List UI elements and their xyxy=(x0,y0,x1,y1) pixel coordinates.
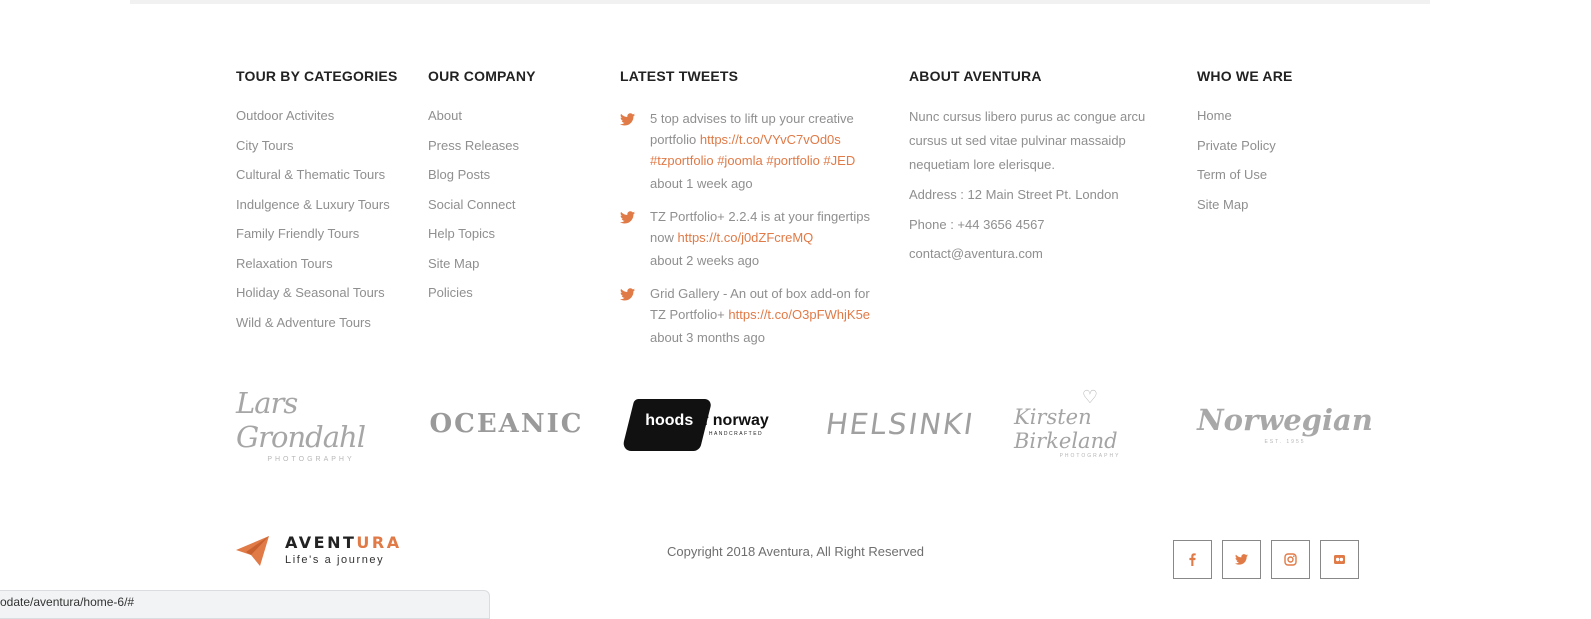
list-item: Press Releases xyxy=(428,138,536,153)
partner-logos: Lars Grondahl PHOTOGRAPHY OCEANIC hoodso… xyxy=(236,386,1373,463)
company-link[interactable]: Help Topics xyxy=(428,226,495,241)
twitter-icon xyxy=(1235,554,1248,565)
paper-plane-icon xyxy=(236,536,269,566)
list-item: Cultural & Thematic Tours xyxy=(236,167,398,182)
list-item: Holiday & Seasonal Tours xyxy=(236,285,398,300)
facebook-button[interactable] xyxy=(1173,540,1212,579)
tweet-time: about 2 weeks ago xyxy=(650,253,760,268)
tweet-hashtags[interactable]: #tzportfolio #joomla #portfolio #JED xyxy=(650,153,855,168)
who-list: Home Private Policy Term of Use Site Map xyxy=(1197,108,1293,212)
list-item: Site Map xyxy=(428,256,536,271)
tweet-time: about 3 months ago xyxy=(650,330,765,345)
address-text: Address : 12 Main Street Pt. London xyxy=(909,187,1119,202)
twitter-icon xyxy=(620,288,635,301)
company-link[interactable]: Press Releases xyxy=(428,138,519,153)
company-list: About Press Releases Blog Posts Social C… xyxy=(428,108,536,300)
list-item: Policies xyxy=(428,285,536,300)
column-title: OUR COMPANY xyxy=(428,68,536,84)
category-link[interactable]: Outdoor Activites xyxy=(236,108,334,123)
tweet-item: TZ Portfolio+ 2.2.4 is at your fingertip… xyxy=(620,206,885,272)
company-link[interactable]: Policies xyxy=(428,285,473,300)
column-title: TOUR BY CATEGORIES xyxy=(236,68,398,84)
list-item: City Tours xyxy=(236,138,398,153)
top-divider xyxy=(130,0,1430,4)
partner-logo-helsinki[interactable]: HELSINKI xyxy=(818,393,976,455)
partner-logo-norwegian[interactable]: Norwegian EST. 1955 xyxy=(1197,393,1373,455)
category-link[interactable]: Family Friendly Tours xyxy=(236,226,359,241)
heart-icon: ♡ xyxy=(1081,387,1099,407)
partner-logo-oceanic[interactable]: OCEANIC xyxy=(429,393,584,455)
tweet-link[interactable]: https://t.co/j0dZFcreMQ xyxy=(677,230,813,245)
flickr-icon xyxy=(1334,555,1345,564)
about-description: Nunc cursus libero purus ac congue arcu … xyxy=(909,109,1146,172)
brand-logo[interactable]: AVENTURA Life's a journey xyxy=(236,535,402,567)
who-we-are-column: WHO WE ARE Home Private Policy Term of U… xyxy=(1197,68,1293,226)
tour-categories-column: TOUR BY CATEGORIES Outdoor Activites Cit… xyxy=(236,68,398,344)
category-list: Outdoor Activites City Tours Cultural & … xyxy=(236,108,398,330)
copyright-text: Copyright 2018 Aventura, All Right Reser… xyxy=(667,544,925,559)
facebook-icon xyxy=(1189,553,1196,566)
twitter-icon xyxy=(620,113,635,126)
partner-logo-lars-grondahl[interactable]: Lars Grondahl PHOTOGRAPHY xyxy=(236,386,386,463)
category-link[interactable]: Cultural & Thematic Tours xyxy=(236,167,385,182)
company-link[interactable]: Social Connect xyxy=(428,197,515,212)
instagram-icon xyxy=(1284,553,1297,566)
tweet-item: Grid Gallery - An out of box add-on for … xyxy=(620,283,885,349)
who-link[interactable]: Site Map xyxy=(1197,197,1248,212)
flickr-button[interactable] xyxy=(1320,540,1359,579)
company-link[interactable]: About xyxy=(428,108,462,123)
phone-text: Phone : +44 3656 4567 xyxy=(909,216,1045,232)
list-item: Outdoor Activites xyxy=(236,108,398,123)
social-links xyxy=(1173,540,1359,579)
browser-status-bar: odate/aventura/home-6/# xyxy=(0,590,490,619)
about-column: ABOUT AVENTURA Nunc cursus libero purus … xyxy=(909,68,1159,276)
partner-logo-kirsten-birkeland[interactable]: ♡ Kirsten Birkeland PHOTOGRAPHY xyxy=(1014,388,1166,459)
list-item: Blog Posts xyxy=(428,167,536,182)
brand-name: AVENTURA xyxy=(285,533,402,552)
company-link[interactable]: Blog Posts xyxy=(428,167,490,182)
category-link[interactable]: Relaxation Tours xyxy=(236,256,333,271)
list-item: Social Connect xyxy=(428,197,536,212)
who-link[interactable]: Term of Use xyxy=(1197,167,1267,182)
tweet-link[interactable]: https://t.co/VYvC7vOd0s xyxy=(700,132,841,147)
list-item: Wild & Adventure Tours xyxy=(236,315,398,330)
instagram-button[interactable] xyxy=(1271,540,1310,579)
list-item: Term of Use xyxy=(1197,167,1293,182)
twitter-icon xyxy=(620,211,635,224)
category-link[interactable]: Holiday & Seasonal Tours xyxy=(236,285,385,300)
who-link[interactable]: Home xyxy=(1197,108,1232,123)
company-link[interactable]: Site Map xyxy=(428,256,479,271)
our-company-column: OUR COMPANY About Press Releases Blog Po… xyxy=(428,68,536,315)
category-link[interactable]: Indulgence & Luxury Tours xyxy=(236,197,390,212)
list-item: Home xyxy=(1197,108,1293,123)
list-item: About xyxy=(428,108,536,123)
email-link[interactable]: contact@aventura.com xyxy=(909,246,1159,261)
category-link[interactable]: Wild & Adventure Tours xyxy=(236,315,371,330)
latest-tweets-column: LATEST TWEETS 5 top advises to lift up y… xyxy=(620,68,885,360)
list-item: Relaxation Tours xyxy=(236,256,398,271)
category-link[interactable]: City Tours xyxy=(236,138,294,153)
list-item: Indulgence & Luxury Tours xyxy=(236,197,398,212)
tweet-item: 5 top advises to lift up your creative p… xyxy=(620,108,885,195)
list-item: Site Map xyxy=(1197,197,1293,212)
brand-tagline: Life's a journey xyxy=(285,554,385,566)
partner-logo-hoods-of-norway[interactable]: hoodsof norway HANDCRAFTED xyxy=(621,393,778,455)
twitter-button[interactable] xyxy=(1222,540,1261,579)
column-title: ABOUT AVENTURA xyxy=(909,68,1042,84)
who-link[interactable]: Private Policy xyxy=(1197,138,1276,153)
list-item: Private Policy xyxy=(1197,138,1293,153)
tweet-link[interactable]: https://t.co/O3pFWhjK5e xyxy=(728,307,870,322)
list-item: Family Friendly Tours xyxy=(236,226,398,241)
tweet-time: about 1 week ago xyxy=(650,176,753,191)
list-item: Help Topics xyxy=(428,226,536,241)
column-title: WHO WE ARE xyxy=(1197,68,1293,84)
column-title: LATEST TWEETS xyxy=(620,68,739,84)
